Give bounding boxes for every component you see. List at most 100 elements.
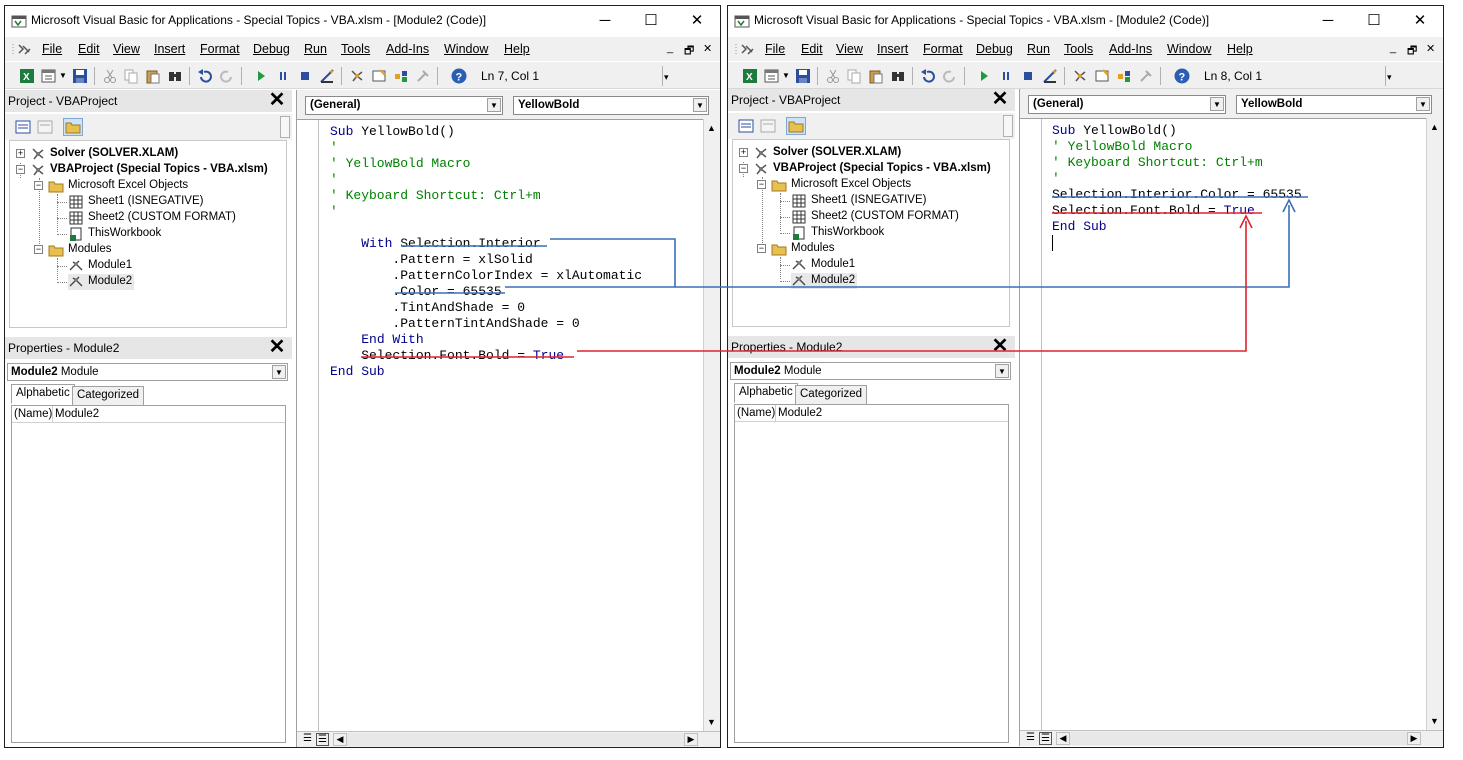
paste-icon[interactable] bbox=[145, 68, 161, 84]
code-line[interactable]: Selection.Font.Bold = True bbox=[1052, 203, 1255, 219]
view-object-icon[interactable] bbox=[758, 117, 778, 135]
tab-alphabetic[interactable]: Alphabetic bbox=[734, 383, 798, 403]
vertical-scrollbar[interactable]: ▲ ▼ bbox=[703, 119, 720, 731]
paste-icon[interactable] bbox=[868, 68, 884, 84]
maximize-button[interactable]: ☐ bbox=[1351, 6, 1397, 35]
project-panel-close-button[interactable]: ✕ bbox=[268, 90, 286, 110]
design-mode-icon[interactable] bbox=[1042, 68, 1058, 84]
view-code-icon[interactable] bbox=[736, 117, 756, 135]
menu-debug[interactable]: Debug bbox=[976, 42, 1013, 56]
menu-window[interactable]: Window bbox=[444, 42, 488, 56]
vertical-scrollbar[interactable]: ▲ ▼ bbox=[1426, 118, 1443, 730]
code-line[interactable]: ' bbox=[330, 172, 338, 188]
tree-node-sheet1[interactable]: Sheet1 (ISNEGATIVE) bbox=[791, 193, 1001, 209]
code-line[interactable]: ' bbox=[330, 204, 338, 220]
minimize-button[interactable]: ─ bbox=[582, 6, 628, 35]
tree-node-module2[interactable]: Module2 bbox=[68, 274, 134, 290]
menu-edit[interactable]: Edit bbox=[78, 42, 100, 56]
scroll-right-icon[interactable]: ▶ bbox=[1407, 732, 1421, 745]
excel-icon[interactable]: X bbox=[19, 68, 35, 84]
properties-window-icon[interactable] bbox=[1094, 68, 1110, 84]
properties-panel-close-button[interactable]: ✕ bbox=[268, 337, 286, 357]
scroll-down-icon[interactable]: ▼ bbox=[707, 717, 716, 727]
scroll-up-icon[interactable]: ▲ bbox=[1430, 122, 1439, 132]
object-selector[interactable]: Module2 Module ▼ bbox=[730, 362, 1011, 380]
menu-debug[interactable]: Debug bbox=[253, 42, 290, 56]
horizontal-scrollbar[interactable] bbox=[347, 733, 684, 746]
save-icon[interactable] bbox=[795, 68, 811, 84]
property-row-name[interactable]: (Name) Module2 bbox=[12, 406, 285, 423]
toggle-folders-button[interactable] bbox=[786, 117, 806, 135]
code-line[interactable]: ' Keyboard Shortcut: Ctrl+m bbox=[330, 188, 541, 204]
code-line[interactable]: ' bbox=[1052, 171, 1060, 187]
toolbox-icon[interactable] bbox=[415, 68, 431, 84]
project-panel-close-button[interactable]: ✕ bbox=[991, 89, 1009, 109]
menu-help[interactable]: Help bbox=[504, 42, 530, 56]
tree-node-module1[interactable]: Module1 bbox=[791, 257, 891, 273]
scroll-up-icon[interactable]: ▲ bbox=[707, 123, 716, 133]
project-explorer-icon[interactable] bbox=[1072, 68, 1088, 84]
insert-userform-icon[interactable] bbox=[41, 68, 57, 84]
tree-node-thisworkbook[interactable]: ThisWorkbook bbox=[791, 225, 1001, 241]
tree-node-sheet2[interactable]: Sheet2 (CUSTOM FORMAT) bbox=[68, 210, 278, 226]
code-line[interactable]: Selection.Font.Bold = True bbox=[330, 348, 564, 364]
toolbar-options-button[interactable] bbox=[662, 66, 672, 86]
maximize-button[interactable]: ☐ bbox=[628, 6, 674, 35]
tree-node-modules[interactable]: − Modules bbox=[757, 241, 1007, 257]
scroll-left-icon[interactable]: ◀ bbox=[1056, 732, 1070, 745]
code-line[interactable]: ' YellowBold Macro bbox=[1052, 139, 1192, 155]
code-editor[interactable]: Sub YellowBold() ' ' YellowBold Macro ' ' Ke… bbox=[297, 119, 703, 731]
tree-node-thisworkbook[interactable]: ThisWorkbook bbox=[68, 226, 278, 242]
break-icon[interactable] bbox=[275, 68, 291, 84]
dropdown-arrow-icon[interactable]: ▼ bbox=[272, 365, 286, 379]
code-line[interactable]: ' YellowBold Macro bbox=[330, 156, 470, 172]
view-object-icon[interactable] bbox=[35, 118, 55, 136]
tree-node-vbaproject[interactable]: − VBAProject (Special Topics - VBA.xlsm) bbox=[16, 162, 286, 178]
menu-run[interactable]: Run bbox=[304, 42, 327, 56]
menu-format[interactable]: Format bbox=[923, 42, 963, 56]
code-line[interactable]: .Pattern = xlSolid bbox=[330, 252, 532, 268]
save-icon[interactable] bbox=[72, 68, 88, 84]
properties-panel-close-button[interactable]: ✕ bbox=[991, 336, 1009, 356]
menu-edit[interactable]: Edit bbox=[801, 42, 823, 56]
object-browser-icon[interactable] bbox=[393, 68, 409, 84]
scroll-down-icon[interactable]: ▼ bbox=[1430, 716, 1439, 726]
collapse-icon[interactable]: − bbox=[34, 245, 43, 254]
mdi-close-button[interactable]: ✕ bbox=[703, 42, 712, 55]
reset-icon[interactable] bbox=[297, 68, 313, 84]
tree-node-solver[interactable]: + Solver (SOLVER.XLAM) bbox=[739, 145, 1009, 161]
code-line[interactable]: Selection.Interior.Color = 65535 bbox=[1052, 187, 1302, 203]
full-module-view-icon[interactable]: ☰ bbox=[316, 733, 329, 746]
menu-insert[interactable]: Insert bbox=[154, 42, 185, 56]
undo-icon[interactable] bbox=[920, 68, 936, 84]
find-icon[interactable] bbox=[890, 68, 906, 84]
tree-node-modules[interactable]: − Modules bbox=[34, 242, 284, 258]
tab-categorized[interactable]: Categorized bbox=[795, 385, 868, 405]
code-line[interactable]: ' Keyboard Shortcut: Ctrl+m bbox=[1052, 155, 1263, 171]
code-line[interactable]: Sub YellowBold() bbox=[330, 124, 455, 140]
code-line[interactable]: Sub YellowBold() bbox=[1052, 123, 1177, 139]
cut-icon[interactable] bbox=[102, 68, 118, 84]
menu-tools[interactable]: Tools bbox=[1064, 42, 1093, 56]
object-combo[interactable]: (General) ▼ bbox=[305, 96, 503, 115]
expand-icon[interactable]: + bbox=[16, 149, 25, 158]
menu-view[interactable]: View bbox=[836, 42, 863, 56]
find-icon[interactable] bbox=[167, 68, 183, 84]
view-code-icon[interactable] bbox=[13, 118, 33, 136]
help-icon[interactable]: ? bbox=[451, 68, 467, 84]
procedure-combo[interactable]: YellowBold ▼ bbox=[513, 96, 709, 115]
undo-icon[interactable] bbox=[197, 68, 213, 84]
object-selector[interactable]: Module2 Module ▼ bbox=[7, 363, 288, 381]
close-button[interactable]: ✕ bbox=[1397, 6, 1443, 35]
scroll-left-icon[interactable]: ◀ bbox=[333, 733, 347, 746]
excel-icon[interactable]: X bbox=[742, 68, 758, 84]
mdi-close-button[interactable]: ✕ bbox=[1426, 42, 1435, 55]
mdi-minimize-button[interactable]: _ bbox=[667, 42, 673, 54]
menu-run[interactable]: Run bbox=[1027, 42, 1050, 56]
redo-icon[interactable] bbox=[219, 68, 235, 84]
menu-insert[interactable]: Insert bbox=[877, 42, 908, 56]
copy-icon[interactable] bbox=[846, 68, 862, 84]
menu-window[interactable]: Window bbox=[1167, 42, 1211, 56]
design-mode-icon[interactable] bbox=[319, 68, 335, 84]
dropdown-arrow-icon[interactable]: ▼ bbox=[995, 364, 1009, 378]
